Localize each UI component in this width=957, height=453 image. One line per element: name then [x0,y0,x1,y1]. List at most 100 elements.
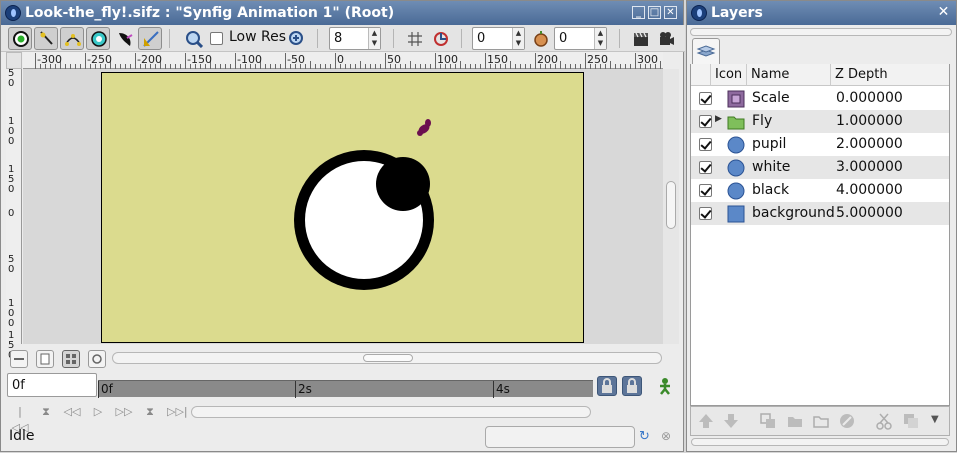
canvas-horizontal-scrollbar[interactable] [112,352,662,364]
spinner-arrows-icon[interactable]: ▲ ▼ [368,28,380,49]
layer-row[interactable]: background 5.000000 [691,202,949,225]
future-onion-spinner[interactable]: 0 ▲ ▼ [554,27,607,50]
synfig-app-icon [691,5,707,21]
onion-skin-button[interactable] [428,27,452,50]
scrollbar-thumb[interactable] [363,354,413,362]
minimize-icon[interactable]: _ [632,6,645,19]
past-onion-spinner[interactable]: 0 ▲ ▼ [472,27,525,50]
keyframe-lock-future-button[interactable] [622,376,642,396]
layer-row[interactable]: ▶ Fly 1.000000 [691,110,949,133]
layer-name[interactable]: background [752,205,835,221]
fly-shape[interactable] [417,119,431,136]
animation-mode-button[interactable] [656,377,674,395]
ungroup-layer-icon[interactable] [812,412,830,430]
render-button[interactable] [628,27,652,50]
reset-zoom-button[interactable] [36,350,54,368]
delete-layer-icon[interactable] [838,412,856,430]
transform-tool-button[interactable] [8,27,32,50]
tab-layers[interactable] [692,38,720,65]
smooth-move-button[interactable] [34,27,58,50]
lower-layer-icon[interactable] [722,412,740,430]
raise-layer-icon[interactable] [697,412,715,430]
column-header-depth[interactable]: Z Depth [831,64,949,86]
maximize-icon[interactable]: □ [648,6,661,19]
low-res-checkbox[interactable] [210,32,223,45]
spinner-arrows-icon[interactable]: ▲ ▼ [594,28,606,49]
mirror-tool-button[interactable] [138,27,162,50]
show-grid-button[interactable] [402,27,426,50]
zoom-100-button[interactable] [88,350,106,368]
pupil-circle[interactable] [376,157,430,211]
layer-name[interactable]: Scale [752,90,790,106]
layer-row[interactable]: pupil 2.000000 [691,133,949,156]
status-bar: Idle ↻ ⊗ [1,424,685,453]
group-layer-icon[interactable] [786,412,804,430]
keyframe-lock-past-button[interactable] [597,376,617,396]
layer-visibility-checkbox[interactable] [699,115,712,128]
quality-spinner[interactable]: 8 ▲ ▼ [329,27,381,50]
canvas-window-titlebar[interactable]: Look-the_fly!.sifz : "Synfig Animation 1… [1,1,683,25]
layer-visibility-checkbox[interactable] [699,92,712,105]
next-frame-icon[interactable]: ▷▷ [115,404,133,420]
copy-layer-icon[interactable] [902,412,920,430]
cut-layer-icon[interactable] [875,412,893,430]
layer-name[interactable]: white [752,159,790,175]
close-icon[interactable]: ✕ [937,5,950,19]
ruler-label: 150 [8,164,15,195]
ruler-label: 50 [387,53,401,66]
stop-icon[interactable]: ⊗ [661,429,671,443]
play-icon[interactable]: ▷ [89,404,107,420]
scale-rotate-button[interactable] [60,27,84,50]
ruler-tick [185,53,186,69]
layer-row[interactable]: black 4.000000 [691,179,949,202]
time-label-2s: 2s [295,381,312,398]
duplicate-layer-icon[interactable] [759,412,777,430]
panel-handle[interactable] [690,28,952,36]
more-options-icon[interactable]: ▼ [931,414,939,425]
seek-begin-icon[interactable]: |◁◁ [11,404,29,434]
prev-frame-icon[interactable]: ◁◁ [63,404,81,420]
prev-keyframe-icon[interactable]: ⧗ [37,404,55,420]
layer-name[interactable]: Fly [752,113,772,129]
time-scrollbar[interactable] [191,406,591,418]
feather-draw-button[interactable] [112,27,136,50]
next-keyframe-icon[interactable]: ⧗ [141,404,159,420]
onion-layer-button[interactable] [528,27,552,50]
zoom-fit-button[interactable] [284,27,308,50]
column-header-icon[interactable]: Icon [711,64,747,86]
ruler-corner [6,52,22,69]
layer-row[interactable]: white 3.000000 [691,156,949,179]
layer-visibility-checkbox[interactable] [699,184,712,197]
time-slider[interactable]: 0f 2s 4s [98,380,593,398]
column-header-name[interactable]: Name [747,64,831,86]
drawing-canvas[interactable] [101,72,584,343]
layer-name[interactable]: black [752,182,789,198]
circle-tool-button[interactable] [86,27,110,50]
past-onion-value: 0 [477,31,486,46]
preview-button[interactable] [654,27,678,50]
time-label-4s: 4s [493,381,510,398]
layer-row[interactable]: Scale 0.000000 [691,87,949,110]
refresh-icon[interactable]: ↻ [639,429,650,444]
ruler-label: -50 [287,53,305,66]
layer-visibility-checkbox[interactable] [699,207,712,220]
layer-name[interactable]: pupil [752,136,786,152]
layer-visibility-checkbox[interactable] [699,161,712,174]
panel-handle-bottom[interactable] [691,438,949,446]
scrollbar-thumb[interactable] [666,181,676,229]
canvas-vertical-scrollbar[interactable] [663,69,679,344]
column-header-toggle[interactable] [691,64,711,86]
toggle-panels-button[interactable] [10,350,28,368]
fit-canvas-button[interactable] [62,350,80,368]
layers-window-titlebar[interactable]: Layers ✕ [687,1,956,25]
spinner-arrows-icon[interactable]: ▲ ▼ [512,28,524,49]
close-icon[interactable]: ✕ [664,6,677,19]
seek-end-icon[interactable]: ▷▷| [167,404,188,420]
circle-layer-icon [727,182,745,200]
current-time-field[interactable]: 0f [7,373,97,397]
minus-icon [14,358,24,360]
expand-arrow-icon[interactable]: ▶ [715,114,722,124]
layer-visibility-checkbox[interactable] [699,138,712,151]
zoom-in-button[interactable] [181,27,205,50]
layer-depth: 2.000000 [836,136,903,152]
